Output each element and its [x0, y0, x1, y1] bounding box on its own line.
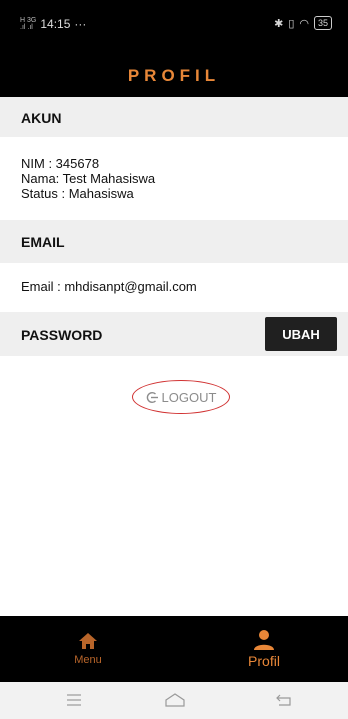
nav-label-profil: Profil [248, 653, 280, 669]
app-header: PROFIL [0, 50, 348, 97]
ubah-button[interactable]: UBAH [265, 317, 337, 351]
page-title: PROFIL [127, 66, 221, 85]
menu-icon[interactable] [65, 691, 83, 709]
home-icon [79, 633, 97, 649]
person-icon [254, 630, 274, 650]
email-section-header: EMAIL [0, 220, 348, 263]
nav-item-menu[interactable]: Menu [8, 616, 168, 682]
email-label: EMAIL [21, 234, 65, 250]
logout-label: LOGOUT [161, 389, 217, 405]
wifi-icon: ◠ [299, 17, 309, 30]
bottom-nav: Menu Profil [0, 616, 348, 682]
nama-text: Nama: Test Mahasiswa [21, 171, 156, 186]
nav-label-menu: Menu [74, 654, 102, 666]
notification-dots: ··· [74, 17, 87, 31]
status-text: Status : Mahasiswa [21, 186, 134, 201]
password-label: PASSWORD [21, 327, 103, 343]
status-bar: H‌ 3G .ıl .ıl 14:15 ··· ✱ ▯ ◠ 35 [0, 0, 348, 50]
akun-label: AKUN [21, 110, 62, 126]
status-right: ✱ ▯ ◠ 35 [274, 16, 332, 30]
status-time: 14:15 [40, 17, 71, 31]
vibrate-icon: ▯ [288, 17, 295, 30]
system-nav-bar [0, 682, 348, 719]
akun-section-header: AKUN [0, 97, 348, 137]
battery-icon: 35 [313, 16, 332, 30]
bluetooth-icon: ✱ [274, 17, 284, 30]
status-left: H‌ 3G .ıl .ıl 14:15 ··· [20, 17, 86, 31]
nim-text: NIM : 345678 [21, 156, 100, 171]
signal-icon: H‌ 3G .ıl .ıl [20, 17, 37, 31]
home-nav-icon[interactable] [163, 691, 187, 709]
email-text: Email : mhdisanpt@gmail.com [21, 279, 197, 294]
nav-item-profil[interactable]: Profil [180, 616, 348, 682]
back-icon[interactable] [274, 691, 294, 709]
logout-button[interactable]: LOGOUT [132, 380, 230, 414]
logout-icon [146, 391, 158, 403]
